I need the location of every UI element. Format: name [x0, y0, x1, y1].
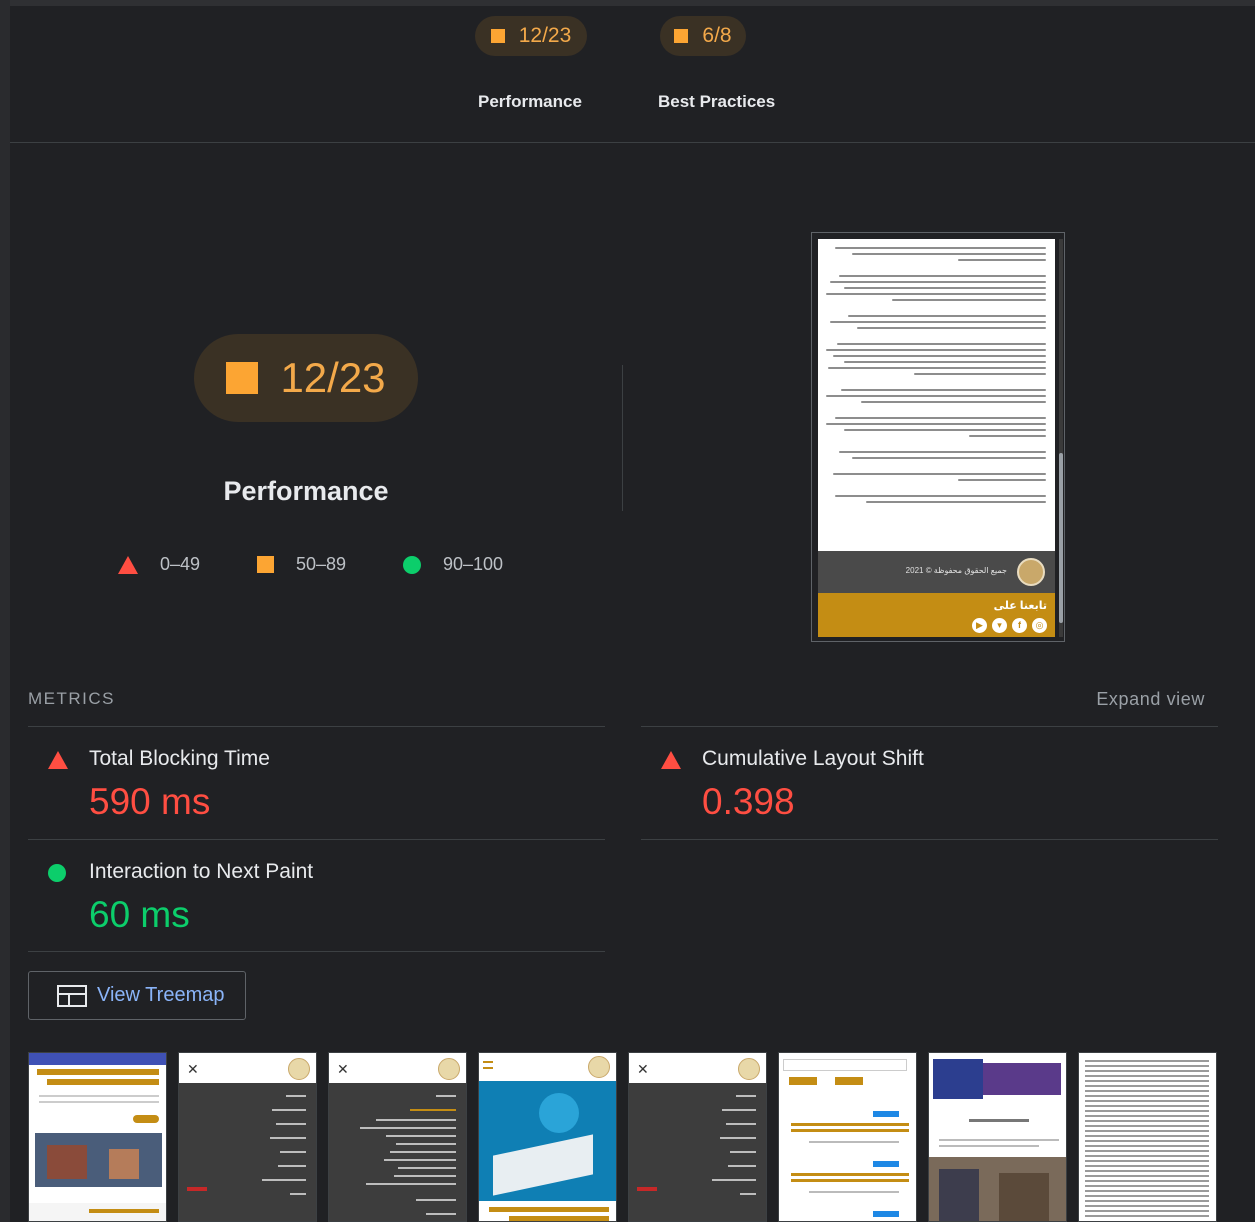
gauge-score: 12/23	[518, 24, 572, 47]
gauge-score: 6/8	[702, 24, 732, 47]
seal-logo-icon	[1017, 558, 1045, 586]
square-icon	[257, 556, 274, 573]
metric-name: Interaction to Next Paint	[89, 860, 314, 883]
filmstrip: ✕ ✕ ✕	[28, 1052, 1218, 1222]
divider	[28, 839, 605, 840]
fail-triangle-icon	[48, 751, 68, 769]
gauge-summary: 12/23 Performance 6/8 Best Practices	[10, 6, 1255, 143]
metric-cumulative-layout-shift: Cumulative Layout Shift 0.398	[641, 747, 1218, 827]
divider	[622, 365, 623, 511]
arabic-article-text	[826, 243, 1046, 551]
metric-value: 0.398	[702, 781, 795, 822]
legend-pass: 90–100	[403, 554, 503, 575]
average-square-icon	[490, 29, 505, 43]
metric-name: Total Blocking Time	[89, 747, 270, 770]
filmstrip-frame-5: ✕	[628, 1052, 767, 1222]
facebook-icon: f	[1012, 618, 1027, 633]
legend-range: 50–89	[296, 554, 347, 574]
legend-range: 90–100	[443, 554, 504, 574]
triangle-icon	[118, 555, 138, 574]
legend-fail: 0–49	[118, 554, 200, 575]
screenshot-footer: جميع الحقوق محفوظة © 2021	[818, 551, 1055, 593]
treemap-icon	[57, 984, 87, 1007]
divider	[28, 951, 605, 952]
metric-interaction-to-next-paint: Interaction to Next Paint 60 ms	[28, 860, 605, 940]
filmstrip-frame-7	[928, 1052, 1067, 1222]
performance-title: Performance	[223, 476, 389, 506]
gauge-label-performance[interactable]: Performance	[478, 92, 582, 112]
divider	[641, 839, 1218, 840]
screenshot-social-bar: تابعنا على ◎ f ▾ ▶	[818, 593, 1055, 637]
legend-range: 0–49	[160, 554, 201, 574]
follow-label: تابعنا على	[993, 600, 1047, 612]
left-edge	[0, 0, 10, 1222]
metric-name: Cumulative Layout Shift	[702, 747, 924, 770]
view-treemap-button[interactable]: View Treemap	[28, 971, 246, 1020]
view-treemap-label: View Treemap	[97, 984, 225, 1006]
metrics-heading: METRICS	[28, 689, 115, 708]
filmstrip-frame-4	[478, 1052, 617, 1222]
copyright-text: جميع الحقوق محفوظة © 2021	[905, 566, 1007, 575]
filmstrip-frame-6	[778, 1052, 917, 1222]
filmstrip-frame-8	[1078, 1052, 1217, 1222]
metric-value: 590 ms	[89, 781, 211, 822]
filmstrip-frame-3: ✕	[328, 1052, 467, 1222]
metric-total-blocking-time: Total Blocking Time 590 ms	[28, 747, 605, 827]
gauge-performance[interactable]: 12/23	[475, 16, 587, 56]
legend-average: 50–89	[257, 554, 346, 575]
filmstrip-frame-2: ✕	[178, 1052, 317, 1222]
final-screenshot[interactable]: جميع الحقوق محفوظة © 2021 تابعنا على ◎ f…	[811, 232, 1065, 642]
average-square-icon	[226, 362, 259, 394]
twitter-icon: ▾	[992, 618, 1007, 633]
scrollbar-thumb[interactable]	[1059, 453, 1063, 623]
screenshot-page: جميع الحقوق محفوظة © 2021 تابعنا على ◎ f…	[818, 239, 1055, 637]
performance-score: 12/23	[280, 354, 386, 401]
gauge-label-best-practices[interactable]: Best Practices	[658, 92, 775, 112]
performance-score-gauge: 12/23	[194, 334, 418, 422]
fail-triangle-icon	[661, 751, 681, 769]
pass-circle-icon	[48, 864, 66, 882]
filmstrip-frame-1	[28, 1052, 167, 1222]
circle-icon	[403, 555, 421, 574]
youtube-icon: ▶	[972, 618, 987, 633]
average-square-icon	[674, 29, 689, 43]
instagram-icon: ◎	[1032, 618, 1047, 633]
divider	[28, 726, 605, 727]
gauge-best-practices[interactable]: 6/8	[660, 16, 746, 56]
divider	[641, 726, 1218, 727]
expand-view-toggle[interactable]: Expand view	[1096, 689, 1205, 710]
metric-value: 60 ms	[89, 894, 190, 935]
